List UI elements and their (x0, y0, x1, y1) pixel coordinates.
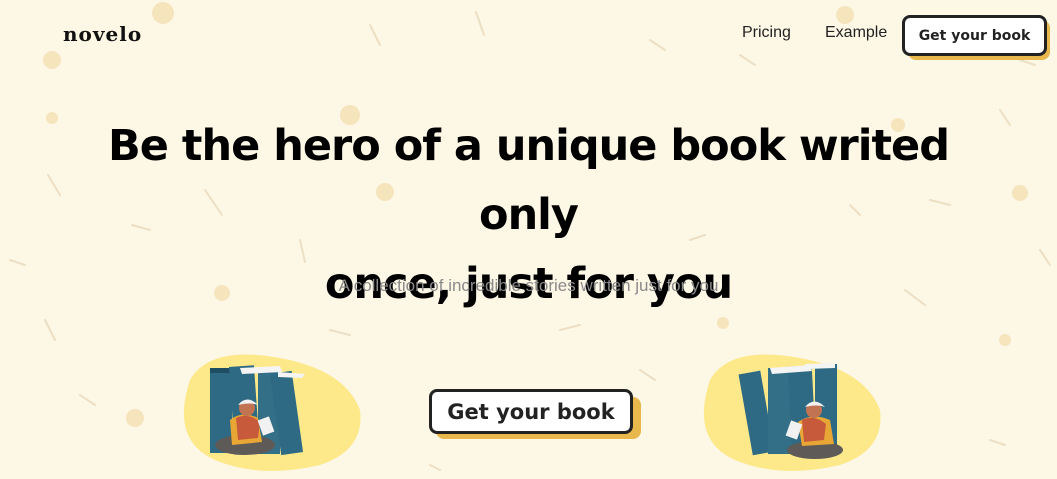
reading-person-books-illustration-right (703, 354, 881, 471)
reading-person-books-illustration-left (183, 354, 361, 471)
nav-link-pricing[interactable]: Pricing (742, 24, 791, 42)
brand-logo[interactable]: novelo (63, 22, 142, 46)
nav-link-example[interactable]: Example (825, 24, 887, 42)
nav-get-book-button[interactable]: Get your book (902, 15, 1047, 56)
hero-get-book-button[interactable]: Get your book (429, 389, 633, 434)
hero-subtitle: A collection of incredible stories writt… (338, 276, 719, 295)
top-navbar: novelo Pricing Example Get your book (0, 0, 1057, 70)
hero-title-line1: Be the hero of a unique book writed only (108, 121, 950, 240)
